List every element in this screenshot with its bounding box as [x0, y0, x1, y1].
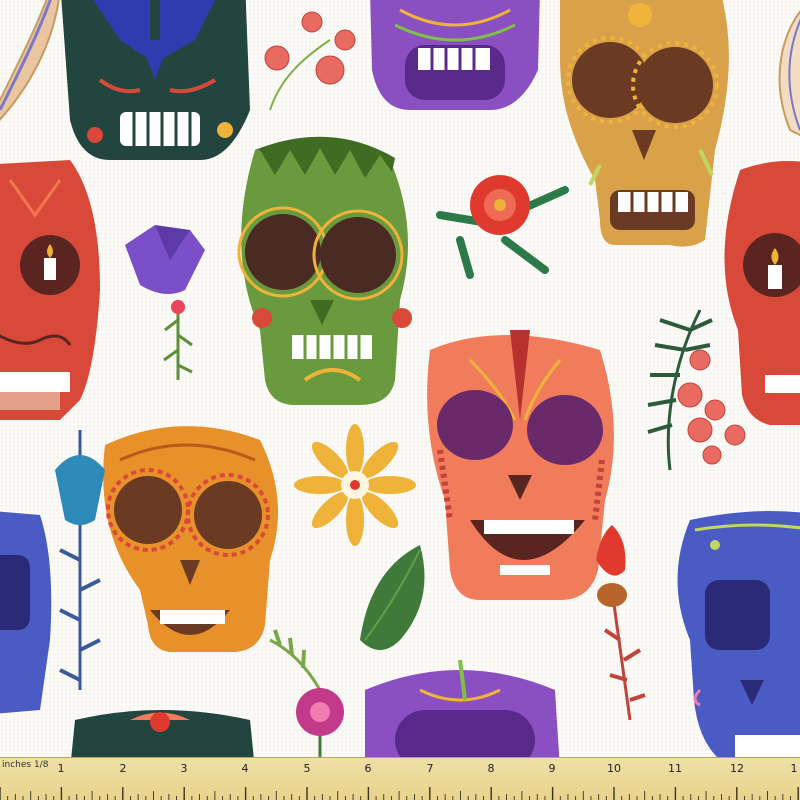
- ruler-number: 9: [548, 762, 556, 775]
- ruler-number: 6: [364, 762, 372, 775]
- skull-tan-top: [560, 0, 729, 247]
- red-protea: [596, 525, 646, 721]
- measuring-ruler: inches 1/8 1 2 3 4 5 6 7 8 9 10 11 12 1: [0, 757, 800, 800]
- feather-top-right: [778, 10, 800, 137]
- ruler-number: 1: [790, 762, 798, 775]
- pink-flower-bottom: [296, 688, 344, 757]
- skull-orange: [103, 426, 278, 652]
- ruler-number: 12: [730, 762, 744, 775]
- ruler-number: 10: [607, 762, 621, 775]
- green-leaf: [360, 545, 425, 650]
- fabric-swatch: inches 1/8 1 2 3 4 5 6 7 8 9 10 11 12 1: [0, 0, 800, 800]
- ruler-number: 1: [57, 762, 65, 775]
- skull-green: [237, 136, 412, 406]
- tulip-purple: [125, 225, 205, 380]
- skull-dark-teal-bottom: [71, 710, 254, 757]
- ruler-number: 5: [303, 762, 311, 775]
- skull-blue-right: [677, 511, 800, 757]
- fern-berries-right: [647, 309, 746, 471]
- skull-red-left: [0, 160, 100, 420]
- skull-blue-left: [0, 511, 52, 714]
- skull-purple-top: [370, 0, 540, 110]
- ruler-number: 8: [487, 762, 495, 775]
- thistle-blue: [55, 430, 105, 690]
- ruler-number: 3: [180, 762, 188, 775]
- ruler-number: 7: [426, 762, 434, 775]
- skull-purple-bottom: [365, 659, 560, 757]
- ruler-unit-label: inches 1/8: [2, 760, 49, 770]
- small-fern: [269, 629, 322, 691]
- feather-top-left: [0, 0, 60, 121]
- red-flower-cluster: [436, 175, 569, 279]
- ruler-number: 4: [241, 762, 249, 775]
- skull-coral: [427, 330, 614, 600]
- skull-red-right: [724, 161, 800, 425]
- ruler-number: 11: [668, 762, 682, 775]
- berry-sprig-top: [264, 11, 356, 111]
- yellow-daisy: [294, 424, 416, 546]
- skull-dark-teal-top: [61, 0, 250, 160]
- ruler-number: 2: [119, 762, 127, 775]
- skull-pattern: [0, 0, 800, 757]
